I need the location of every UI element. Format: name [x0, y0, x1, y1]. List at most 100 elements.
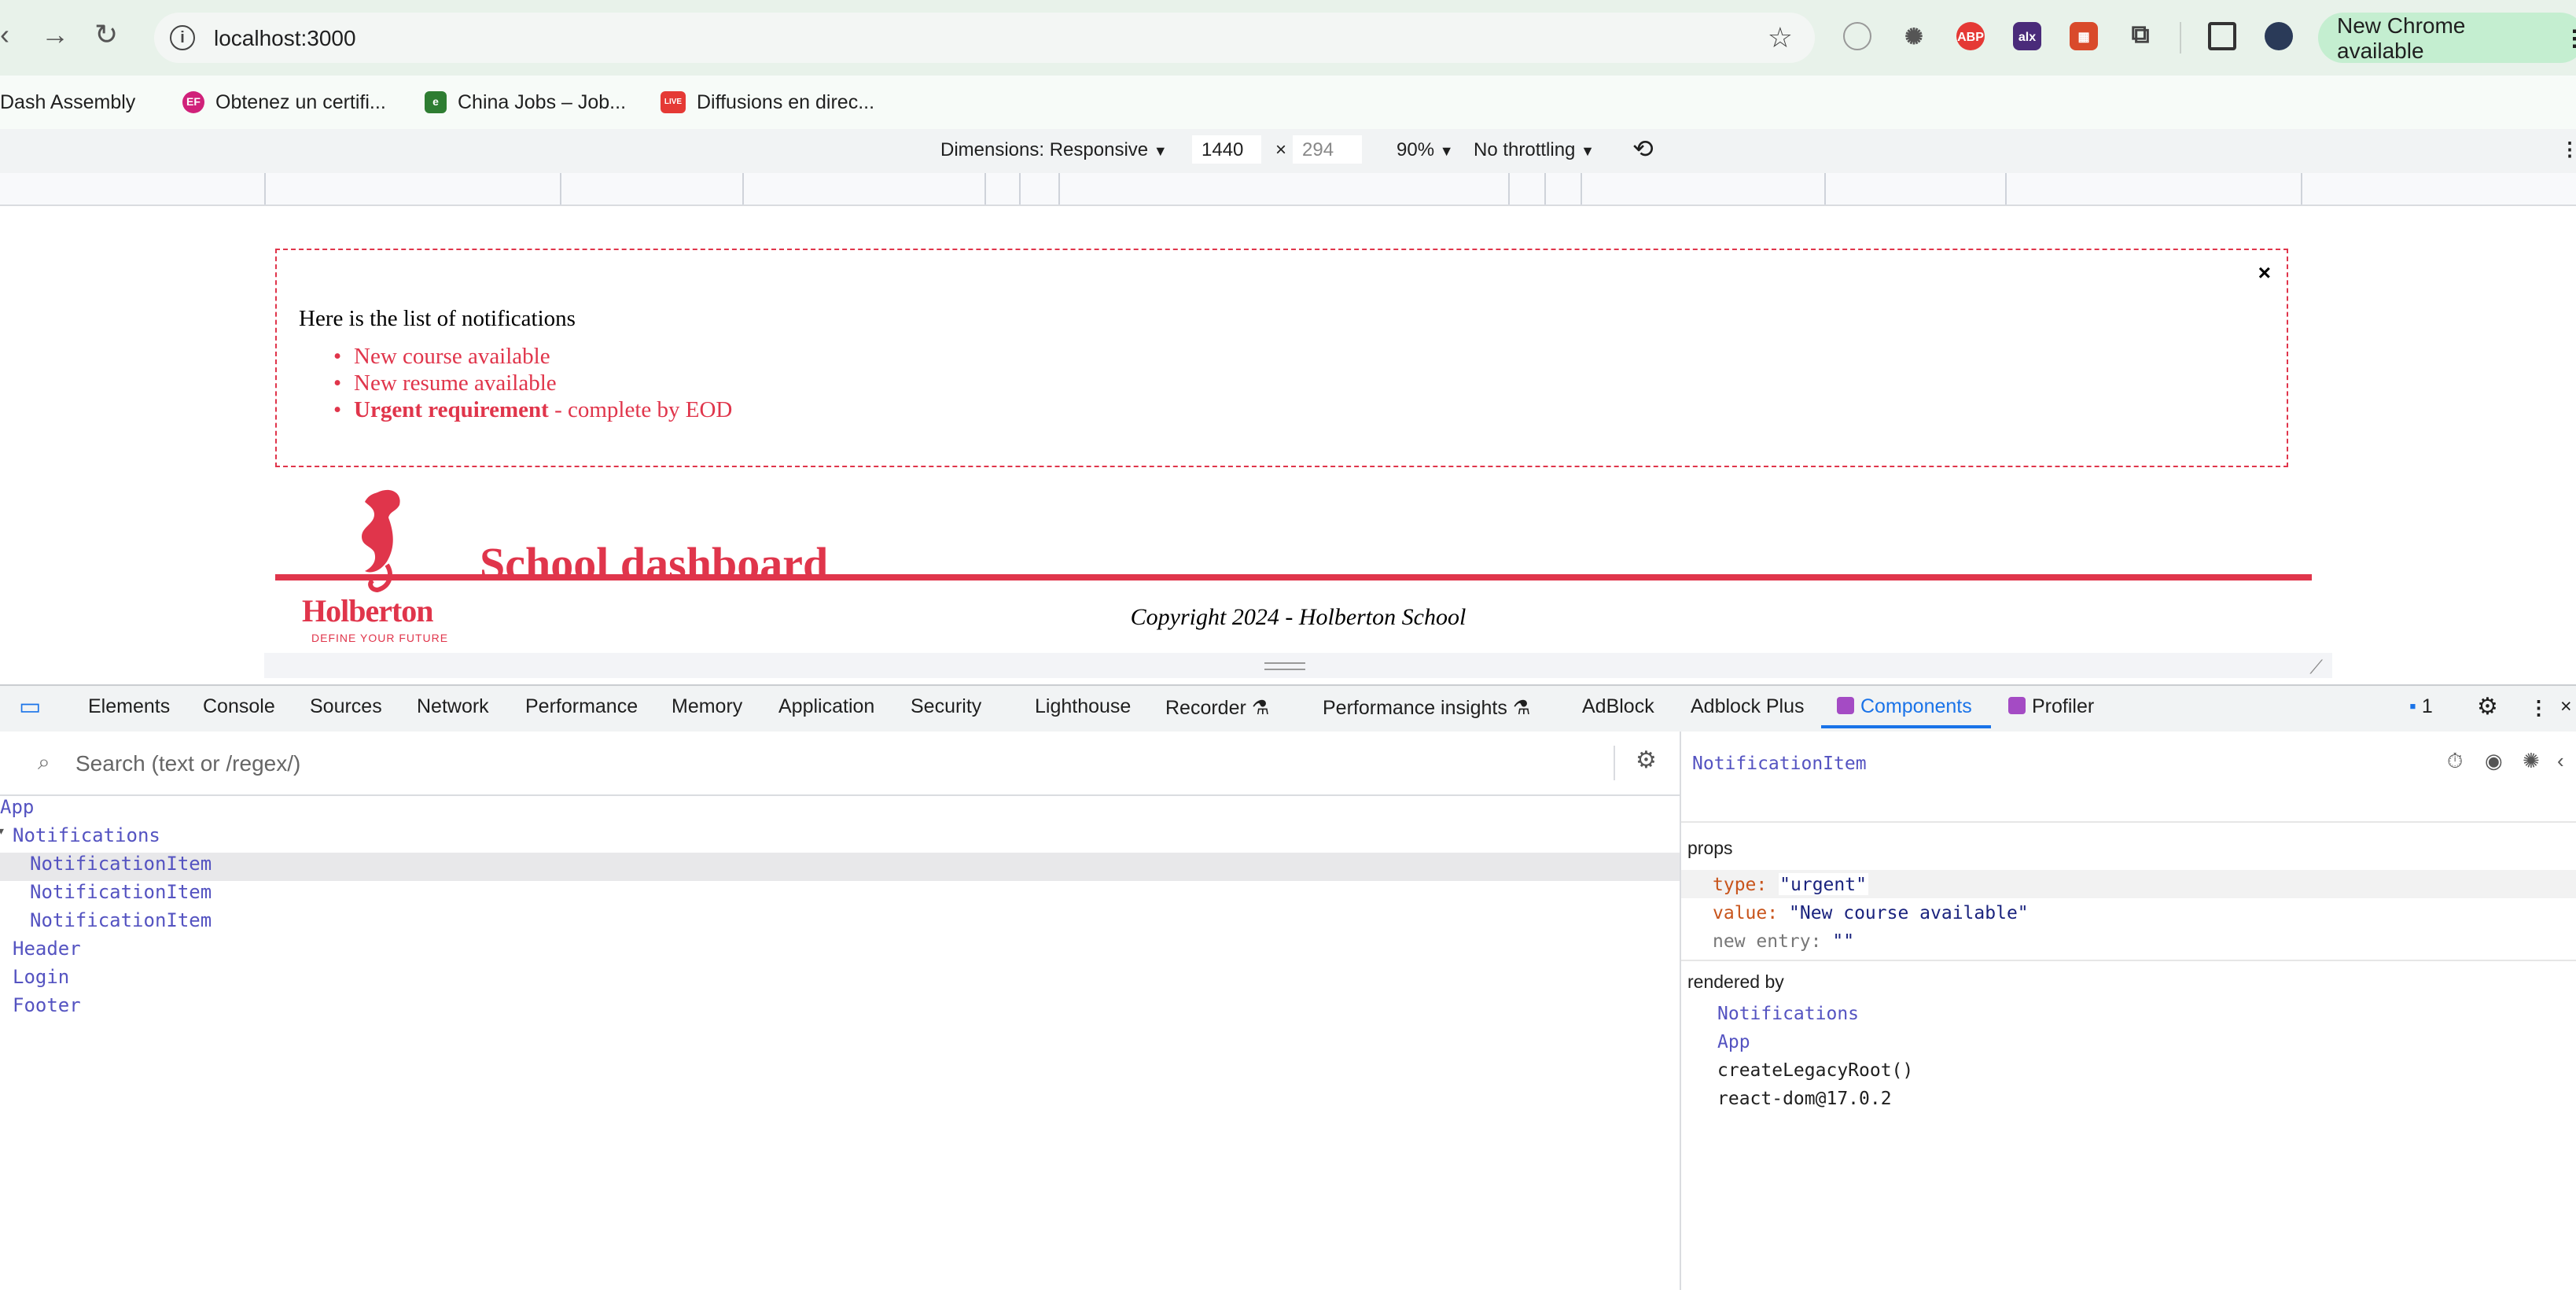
- sidepanel-icon[interactable]: [2208, 22, 2236, 50]
- devtools-menu-icon[interactable]: ⋮: [2529, 695, 2548, 719]
- component-name: NotificationItem: [30, 853, 212, 875]
- dimensions-dropdown[interactable]: Dimensions: Responsive ▼: [940, 138, 1168, 160]
- tab-performance-insights[interactable]: Performance insights ⚗: [1323, 695, 1530, 719]
- puzzle-icon[interactable]: ⧉: [2126, 22, 2155, 50]
- rendered-by-item: createLegacyRoot(): [1717, 1059, 1914, 1081]
- rotate-icon[interactable]: ⟲: [1632, 134, 1654, 165]
- tab-profiler-label: Profiler: [2032, 695, 2095, 717]
- header-divider: [275, 574, 2312, 580]
- ruler-tick: [1824, 173, 1826, 205]
- prop-row-type[interactable]: type: "urgent": [1713, 873, 1868, 895]
- width-input[interactable]: 1440: [1192, 135, 1261, 164]
- notification-item[interactable]: Urgent requirement - complete by EOD: [333, 398, 732, 425]
- expand-arrow-icon[interactable]: ▾: [0, 824, 6, 840]
- notification-item[interactable]: New resume available: [333, 371, 732, 398]
- tree-row-footer[interactable]: Footer: [0, 994, 1680, 1023]
- forward-icon[interactable]: →: [41, 19, 69, 52]
- bookmark-item[interactable]: e China Jobs – Job...: [425, 85, 626, 120]
- new-chrome-available-button[interactable]: New Chrome available ⋮: [2318, 13, 2576, 63]
- prop-value-new[interactable]: "": [1832, 930, 1854, 952]
- rendered-by-link[interactable]: App: [1717, 1030, 1750, 1052]
- chrome-menu-icon[interactable]: ⋮: [2563, 24, 2576, 51]
- notification-item[interactable]: New course available: [333, 345, 732, 371]
- prop-row-new-entry[interactable]: new entry: "": [1713, 930, 1854, 952]
- tab-lighthouse[interactable]: Lighthouse: [1035, 695, 1131, 717]
- ruler-tick: [1508, 173, 1510, 205]
- device-toolbar: [0, 129, 2576, 175]
- bookmark-item[interactable]: EF Obtenez un certifi...: [182, 85, 386, 120]
- prop-value[interactable]: "New course available": [1789, 901, 2029, 923]
- tab-network[interactable]: Network: [417, 695, 489, 717]
- tree-row-login[interactable]: Login: [0, 966, 1680, 994]
- viewport-resize-handle-bottom[interactable]: ⟋: [264, 653, 2332, 678]
- site-info-icon[interactable]: i: [170, 25, 195, 50]
- eye-icon[interactable]: ◉: [2485, 749, 2503, 774]
- more-options-icon[interactable]: ⋮: [2560, 138, 2576, 160]
- component-settings-gear-icon[interactable]: ⚙: [1636, 746, 1657, 774]
- tab-elements[interactable]: Elements: [88, 695, 170, 717]
- rendered-by-link[interactable]: Notifications: [1717, 1002, 1859, 1024]
- tab-adblock-plus[interactable]: Adblock Plus: [1691, 695, 1805, 717]
- bug-icon[interactable]: ✺: [2523, 749, 2540, 774]
- tab-adblock[interactable]: AdBlock: [1582, 695, 1654, 717]
- corner-resize-icon[interactable]: ⟋: [2309, 656, 2323, 680]
- times-symbol: ×: [1275, 138, 1287, 160]
- tree-row-notification-item[interactable]: NotificationItem: [0, 881, 1680, 909]
- address-bar[interactable]: i localhost:3000 ☆: [154, 13, 1815, 63]
- prop-value-editor[interactable]: "urgent": [1778, 873, 1868, 895]
- source-icon[interactable]: ‹: [2557, 749, 2564, 772]
- tab-security[interactable]: Security: [911, 695, 981, 717]
- live-favicon-icon: LIVE: [661, 91, 686, 113]
- stopwatch-icon[interactable]: ⏱: [2447, 749, 2463, 774]
- throttling-dropdown[interactable]: No throttling ▼: [1474, 138, 1595, 160]
- profile-avatar[interactable]: [2265, 22, 2293, 50]
- tree-row-app[interactable]: App: [0, 796, 1680, 824]
- active-tab-indicator: [1821, 725, 1991, 728]
- tab-profiler[interactable]: Profiler: [2008, 695, 2094, 717]
- close-icon[interactable]: ×: [2258, 260, 2271, 285]
- tab-application[interactable]: Application: [778, 695, 874, 717]
- resize-grip-icon[interactable]: [1264, 662, 1305, 670]
- notifications-panel: × Here is the list of notifications New …: [275, 249, 2288, 467]
- prop-colon: :: [1756, 873, 1768, 895]
- search-divider: [1614, 746, 1615, 780]
- dimensions-label: Dimensions: Responsive: [940, 138, 1149, 160]
- close-devtools-icon[interactable]: ×: [2560, 695, 2572, 717]
- prop-row-value[interactable]: value: "New course available": [1713, 901, 2029, 923]
- compass-icon[interactable]: [1843, 22, 1871, 50]
- tab-components[interactable]: Components: [1837, 695, 1972, 717]
- tab-console[interactable]: Console: [203, 695, 275, 717]
- react-icon: [2008, 697, 2026, 714]
- zoom-dropdown[interactable]: 90% ▼: [1397, 138, 1454, 160]
- tab-performance[interactable]: Performance: [525, 695, 638, 717]
- abp-icon[interactable]: ABP: [1956, 22, 1985, 50]
- tab-memory[interactable]: Memory: [672, 695, 742, 717]
- footer-copyright: Copyright 2024 - Holberton School: [1130, 606, 1466, 631]
- bookmark-item[interactable]: LIVE Diffusions en direc...: [661, 85, 874, 120]
- settings-gear-icon[interactable]: ⚙: [2477, 692, 2498, 721]
- ext-red-icon[interactable]: ▦: [2070, 22, 2098, 50]
- reload-icon[interactable]: ↻: [94, 19, 118, 52]
- tree-row-notifications[interactable]: ▾ Notifications: [0, 824, 1680, 853]
- live-favicon-label: LIVE: [664, 98, 683, 107]
- component-search-input[interactable]: Search (text or /regex/): [75, 750, 1617, 776]
- tab-sources[interactable]: Sources: [310, 695, 382, 717]
- height-input[interactable]: 294: [1293, 135, 1362, 164]
- tree-row-notification-item-selected[interactable]: NotificationItem: [0, 853, 1680, 881]
- caret-down-icon: ▼: [1581, 143, 1595, 159]
- ruler-tick: [984, 173, 986, 205]
- back-icon[interactable]: ‹: [0, 19, 9, 52]
- tree-row-header[interactable]: Header: [0, 938, 1680, 966]
- ef-favicon-label: EF: [186, 97, 201, 108]
- tab-recorder[interactable]: Recorder ⚗: [1165, 695, 1269, 719]
- issues-badge[interactable]: ▪ 1: [2409, 695, 2433, 717]
- prop-key-new[interactable]: new entry: [1713, 930, 1811, 952]
- bug-icon[interactable]: ✺: [1900, 22, 1928, 50]
- bookmark-item[interactable]: Dash Assembly: [0, 85, 135, 120]
- url-text[interactable]: localhost:3000: [214, 25, 356, 50]
- alx-icon[interactable]: alx: [2013, 22, 2041, 50]
- device-mode-icon[interactable]: ▭: [19, 692, 41, 721]
- bookmarks-bar: [0, 76, 2576, 131]
- tree-row-notification-item[interactable]: NotificationItem: [0, 909, 1680, 938]
- bookmark-star-icon[interactable]: ☆: [1768, 22, 1793, 55]
